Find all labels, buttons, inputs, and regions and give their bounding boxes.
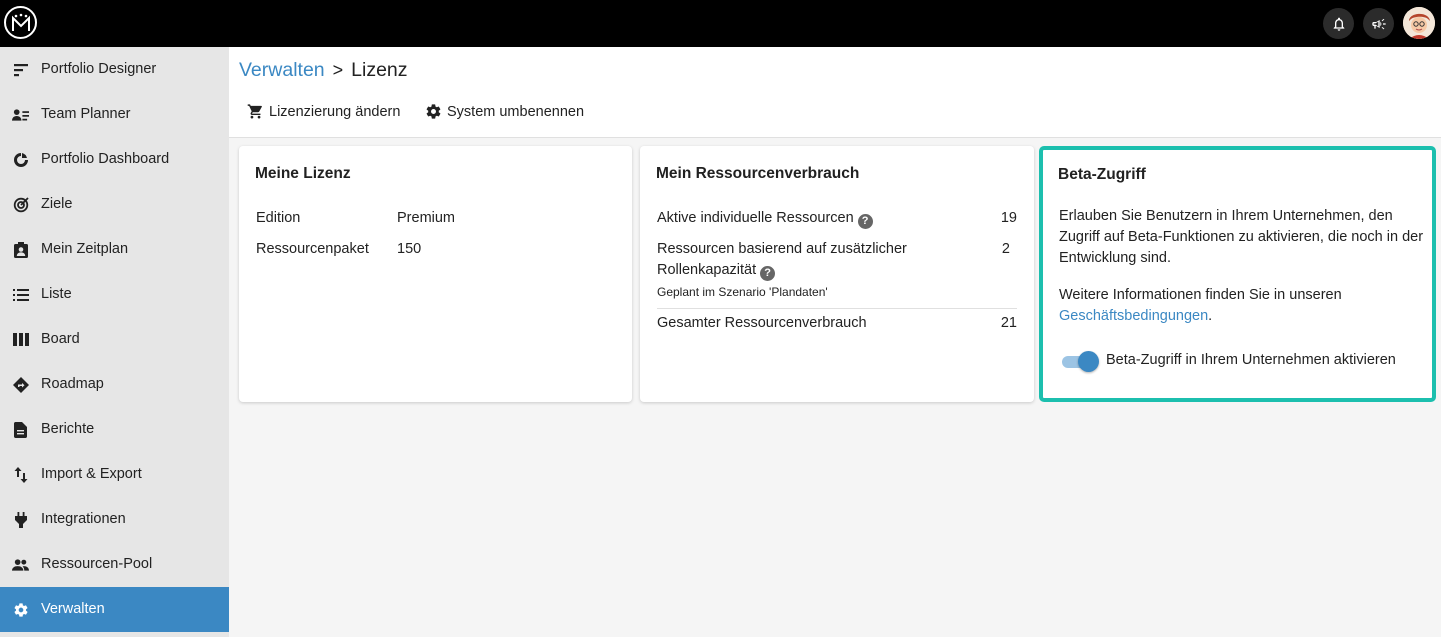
sidebar-item-roadmap[interactable]: Roadmap — [0, 362, 229, 407]
beta-access-toggle[interactable] — [1060, 350, 1100, 372]
change-license-label: Lizenzierung ändern — [269, 103, 401, 120]
breadcrumb: Verwalten > Lizenz — [239, 58, 408, 82]
license-card: Meine Lizenz Edition Premium Ressourcenp… — [239, 146, 632, 402]
avatar-illustration-icon — [1403, 7, 1435, 39]
resource-package-value: 150 — [397, 241, 422, 257]
cart-icon — [247, 104, 262, 119]
active-resources-value: 19 — [1000, 210, 1017, 226]
beta-description-line2: Zugriff auf Beta-Funktionen zu aktiviere… — [1059, 229, 1424, 245]
role-capacity-value: 2 — [1001, 241, 1010, 257]
license-card-title: Meine Lizenz — [255, 165, 351, 182]
sidebar-item-label: Liste — [41, 286, 72, 302]
logo-mark-icon — [11, 13, 30, 31]
sidebar-item-label: Team Planner — [41, 106, 131, 122]
team-planner-icon — [12, 106, 29, 123]
sidebar-item-label: Verwalten — [41, 601, 105, 617]
page-header: Verwalten > Lizenz Lizenzierung ändern S… — [229, 47, 1441, 138]
dashboard-icon — [12, 151, 29, 168]
beta-access-toggle-label: Beta-Zugriff in Ihrem Unternehmen aktivi… — [1106, 352, 1396, 368]
sidebar-item-liste[interactable]: Liste — [0, 272, 229, 317]
plug-icon — [12, 511, 29, 528]
role-capacity-label: Rollenkapazität? — [657, 260, 776, 281]
beta-description-line3: Entwicklung sind. — [1059, 250, 1172, 266]
sidebar-item-portfolio-dashboard[interactable]: Portfolio Dashboard — [0, 137, 229, 182]
help-icon[interactable]: ? — [857, 214, 873, 229]
sidebar-item-mein-zeitplan[interactable]: Mein Zeitplan — [0, 227, 229, 272]
page-title: Lizenz — [351, 59, 408, 81]
resource-package-label: Ressourcenpaket — [256, 241, 369, 257]
sidebar-item-label: Mein Zeitplan — [41, 241, 129, 257]
report-icon — [12, 421, 29, 438]
sidebar-item-team-planner[interactable]: Team Planner — [0, 92, 229, 137]
sidebar-item-ressourcen-pool[interactable]: Ressourcen-Pool — [0, 542, 229, 587]
role-capacity-label-line2: Rollenkapazität — [657, 262, 757, 278]
sidebar-item-portfolio-designer[interactable]: Portfolio Designer — [0, 47, 229, 92]
beta-access-card-title: Beta-Zugriff — [1058, 166, 1146, 183]
edition-value: Premium — [397, 210, 456, 226]
active-resources-text: Aktive individuelle Ressourcen — [657, 210, 854, 226]
sidebar-item-integrationen[interactable]: Integrationen — [0, 497, 229, 542]
board-icon — [12, 331, 29, 348]
announcements-button[interactable] — [1363, 8, 1394, 39]
terms-link[interactable]: Geschäftsbedingungen — [1059, 308, 1208, 324]
total-usage-label: Gesamter Ressourcenverbrauch — [657, 315, 867, 331]
resource-usage-card: Mein Ressourcenverbrauch Aktive individu… — [640, 146, 1034, 402]
app-logo[interactable] — [4, 6, 37, 39]
sidebar-item-label: Integrationen — [41, 511, 126, 527]
role-capacity-note: Geplant im Szenario 'Plandaten' — [657, 285, 828, 299]
help-icon[interactable]: ? — [760, 266, 776, 281]
people-icon — [12, 556, 29, 573]
rename-system-button[interactable]: System umbenennen — [425, 103, 584, 120]
breadcrumb-separator: > — [332, 60, 344, 80]
sidebar: Portfolio Designer Team Planner Portfoli… — [0, 47, 229, 637]
sidebar-item-label: Portfolio Designer — [41, 61, 157, 77]
total-usage-value: 21 — [1000, 315, 1017, 331]
beta-info-link-line: Geschäftsbedingungen. — [1059, 306, 1212, 327]
breadcrumb-parent-link[interactable]: Verwalten — [239, 58, 325, 82]
sidebar-item-label: Roadmap — [41, 376, 104, 392]
sidebar-item-label: Ressourcen-Pool — [41, 556, 153, 572]
rename-system-label: System umbenennen — [447, 103, 585, 120]
sidebar-item-ziele[interactable]: Ziele — [0, 182, 229, 227]
beta-access-card: Beta-Zugriff Erlauben Sie Benutzern in I… — [1039, 146, 1436, 402]
notifications-button[interactable] — [1323, 8, 1354, 39]
toggle-knob — [1078, 351, 1099, 372]
gear-icon — [426, 104, 441, 119]
sidebar-item-label: Import & Export — [41, 466, 142, 482]
active-resources-label: Aktive individuelle Ressourcen? — [657, 208, 873, 229]
list-icon — [12, 286, 29, 303]
resource-usage-card-title: Mein Ressourcenverbrauch — [656, 165, 860, 182]
sidebar-item-label: Board — [41, 331, 80, 347]
beta-description-line1: Erlauben Sie Benutzern in Ihrem Unterneh… — [1059, 208, 1393, 224]
main-content: Verwalten > Lizenz Lizenzierung ändern S… — [229, 47, 1441, 637]
gear-icon — [12, 601, 29, 618]
sidebar-item-berichte[interactable]: Berichte — [0, 407, 229, 452]
megaphone-icon — [1371, 18, 1386, 29]
bell-icon — [1333, 17, 1344, 31]
target-icon — [12, 196, 29, 213]
edition-label: Edition — [256, 210, 301, 226]
roadmap-icon — [12, 376, 29, 393]
divider — [657, 308, 1017, 309]
sidebar-item-verwalten[interactable]: Verwalten — [0, 587, 229, 632]
role-capacity-label-line1: Ressourcen basierend auf zusätzlicher — [657, 241, 907, 257]
sidebar-item-label: Berichte — [41, 421, 95, 437]
user-avatar[interactable] — [1403, 7, 1435, 39]
sidebar-item-label: Portfolio Dashboard — [41, 151, 170, 167]
beta-info-text: Weitere Informationen finden Sie in unse… — [1059, 287, 1342, 303]
contact-badge-icon — [12, 241, 29, 258]
sidebar-item-label: Ziele — [41, 196, 73, 212]
sidebar-item-board[interactable]: Board — [0, 317, 229, 362]
portfolio-designer-icon — [12, 61, 29, 78]
import-export-icon — [12, 466, 29, 483]
terms-suffix: . — [1208, 308, 1213, 324]
top-bar — [0, 0, 1441, 47]
sidebar-item-import-export[interactable]: Import & Export — [0, 452, 229, 497]
change-license-button[interactable]: Lizenzierung ändern — [247, 103, 400, 120]
